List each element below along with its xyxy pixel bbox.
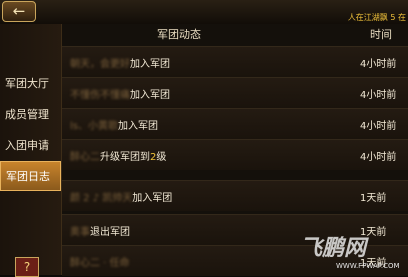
watermark-url: WWW.FPWAP.COM	[336, 262, 400, 270]
table-row: 醉心二升级军团到2级 4小时前	[62, 139, 408, 170]
top-bar: ← 人在江湖飘 5 在	[0, 0, 408, 25]
member-name: 颜 2 ♪ 凯帅天	[70, 193, 133, 204]
sidebar-item-legion-hall[interactable]: 军团大厅	[0, 69, 61, 99]
marquee-text: 人在江湖飘 5 在	[347, 13, 406, 22]
table-header: 军团动态 时间	[62, 24, 408, 44]
event-text: 加入军团	[132, 193, 173, 204]
help-icon[interactable]: ?	[15, 257, 39, 277]
event-text: 加入军团	[118, 121, 158, 132]
member-name: 朝天，会更好	[70, 59, 130, 70]
table-row: 朝天，会更好加入军团 4小时前	[62, 46, 408, 77]
watermark-logo: 飞鹏网	[300, 236, 367, 261]
event-text: 退出军团	[90, 227, 130, 238]
sidebar-item-legion-log[interactable]: 军团日志	[0, 161, 61, 191]
event-time: 4小时前	[360, 152, 397, 163]
member-name: 不懂伤不懂痛	[70, 90, 130, 101]
event-time: 4小时前	[360, 90, 397, 101]
member-name: 醉心二 · 任命	[70, 258, 130, 269]
event-text: 加入军团	[130, 59, 170, 70]
event-time: 1天前	[360, 193, 387, 204]
event-text: 升级军团到	[100, 152, 150, 163]
header-event: 军团动态	[157, 28, 201, 41]
table-row: 颜 2 ♪ 凯帅天加入军团 1天前	[62, 180, 408, 211]
sidebar-item-join-requests[interactable]: 入团申请	[0, 131, 61, 161]
table-row: 不懂伤不懂痛加入军团 4小时前	[62, 77, 408, 108]
member-name: 醉心二	[70, 152, 100, 163]
level-suffix: 级	[156, 152, 167, 163]
event-time: 4小时前	[360, 121, 397, 132]
member-name: ls、小黄歌	[70, 121, 118, 132]
event-text: 加入军团	[130, 90, 170, 101]
member-name: 奥事	[70, 227, 90, 238]
header-time: 时间	[370, 28, 392, 41]
table-row: ls、小黄歌加入军团 4小时前	[62, 108, 408, 139]
back-arrow-icon[interactable]: ←	[2, 1, 36, 22]
event-time: 4小时前	[360, 59, 397, 70]
sidebar-item-member-management[interactable]: 成员管理	[0, 100, 61, 130]
sidebar: 军团大厅 成员管理 入团申请 军团日志 ?	[0, 24, 62, 277]
